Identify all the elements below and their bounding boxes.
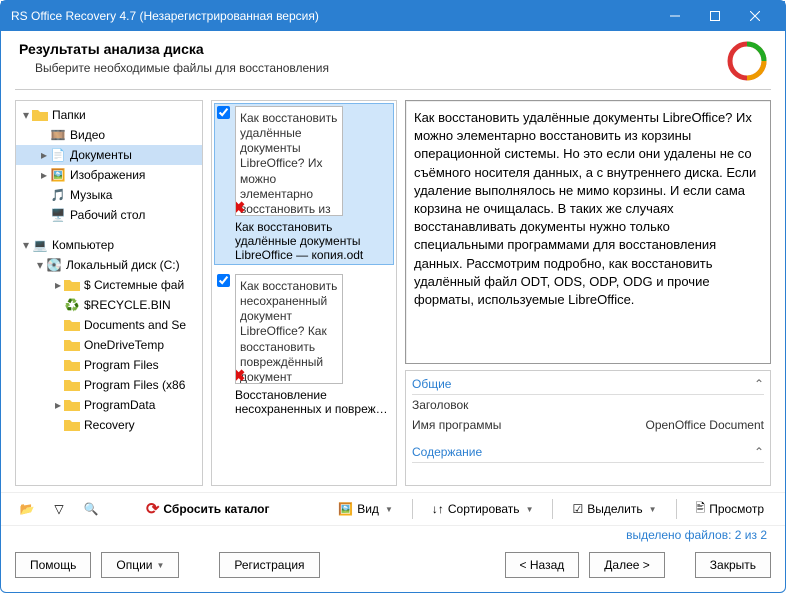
tree-local-disk[interactable]: ▾💽Локальный диск (C:) [16, 255, 202, 275]
folder-icon [64, 417, 80, 433]
file-list[interactable]: Как восстановить удалённые документы Lib… [211, 100, 397, 486]
computer-icon: 💻 [32, 237, 48, 253]
tree-progfiles[interactable]: Program Files [16, 355, 202, 375]
tree-recovery[interactable]: Recovery [16, 415, 202, 435]
view-button[interactable]: 🖼️Вид▼ [331, 497, 400, 521]
file-thumbnail: Как восстановить удалённые документы Lib… [235, 106, 343, 216]
separator [412, 499, 413, 519]
desktop-icon: 🖥️ [50, 207, 66, 223]
sort-button[interactable]: ↓↑Сортировать▼ [425, 497, 541, 521]
document-icon: 📄 [50, 147, 66, 163]
file-item[interactable]: Как восстановить несохраненный документ … [214, 271, 394, 419]
separator [552, 499, 553, 519]
right-pane: Как восстановить удалённые документы Lib… [405, 100, 771, 486]
view-icon: 🖼️ [338, 502, 353, 516]
deleted-icon: ✖ [235, 199, 245, 216]
file-item[interactable]: Как восстановить удалённые документы Lib… [214, 103, 394, 265]
tree-sysfiles[interactable]: ▸$ Системные фай [16, 275, 202, 295]
register-button[interactable]: Регистрация [219, 552, 319, 578]
prop-row-title: Заголовок [412, 395, 764, 415]
tree-onedrive[interactable]: OneDriveTemp [16, 335, 202, 355]
properties-pane[interactable]: Общие⌃ Заголовок Имя программыOpenOffice… [405, 370, 771, 486]
chevron-up-icon: ⌃ [754, 445, 764, 459]
file-checkbox[interactable] [217, 274, 230, 287]
video-icon: 🎞️ [50, 127, 66, 143]
file-name: Как восстановить удалённые документы Lib… [235, 220, 389, 262]
page-subtitle: Выберите необходимые файлы для восстанов… [19, 61, 727, 75]
sort-icon: ↓↑ [432, 502, 444, 516]
options-button[interactable]: Опции▼ [101, 552, 179, 578]
status-bar: выделено файлов: 2 из 2 [1, 526, 785, 544]
disk-icon: 💽 [46, 257, 62, 273]
tree-progfiles86[interactable]: Program Files (x86 [16, 375, 202, 395]
chevron-down-icon: ▼ [156, 561, 164, 570]
props-group-content[interactable]: Содержание⌃ [412, 441, 764, 463]
tree-progdata[interactable]: ▸ProgramData [16, 395, 202, 415]
tree-empty [16, 225, 202, 235]
separator [676, 499, 677, 519]
refresh-icon: ⟳ [146, 499, 159, 519]
folder-icon [64, 337, 80, 353]
file-thumbnail: Как восстановить несохраненный документ … [235, 274, 343, 384]
close-button[interactable] [735, 1, 775, 31]
chevron-down-icon: ▼ [649, 505, 657, 514]
select-button[interactable]: ☑Выделить▼ [565, 497, 663, 521]
help-button[interactable]: Помощь [15, 552, 91, 578]
folder-icon [64, 277, 80, 293]
folder-icon [32, 107, 48, 123]
prop-row-program: Имя программыOpenOffice Document [412, 415, 764, 435]
file-name: Восстановление несохраненных и повреж… [235, 388, 389, 416]
window-title: RS Office Recovery 4.7 (Незарегистрирова… [11, 9, 655, 23]
tree-desktop[interactable]: 🖥️Рабочий стол [16, 205, 202, 225]
tool-button-1[interactable]: 📂 [15, 497, 39, 521]
tree-folders[interactable]: ▾Папки [16, 105, 202, 125]
chevron-down-icon: ▼ [526, 505, 534, 514]
preview-pane[interactable]: Как восстановить удалённые документы Lib… [405, 100, 771, 364]
header: Результаты анализа диска Выберите необхо… [1, 31, 785, 89]
folder-icon [64, 377, 80, 393]
close-footer-button[interactable]: Закрыть [695, 552, 771, 578]
footer: Помощь Опции▼ Регистрация < Назад Далее … [1, 544, 785, 588]
minimize-button[interactable] [655, 1, 695, 31]
tree-recycle[interactable]: ♻️$RECYCLE.BIN [16, 295, 202, 315]
image-icon: 🖼️ [50, 167, 66, 183]
folder-open-icon: 📂 [20, 502, 35, 516]
check-icon: ☑ [572, 502, 583, 516]
props-group-general[interactable]: Общие⌃ [412, 373, 764, 395]
folder-icon [64, 397, 80, 413]
page-title: Результаты анализа диска [19, 41, 727, 57]
file-checkbox[interactable] [217, 106, 230, 119]
tree-images[interactable]: ▸🖼️Изображения [16, 165, 202, 185]
maximize-button[interactable] [695, 1, 735, 31]
preview-button[interactable]: 🖹Просмотр [689, 497, 771, 521]
music-icon: 🎵 [50, 187, 66, 203]
filter-button[interactable]: ▽ [47, 497, 71, 521]
folder-icon [64, 357, 80, 373]
folder-icon [64, 317, 80, 333]
tree-docset[interactable]: Documents and Se [16, 315, 202, 335]
tree-computer[interactable]: ▾💻Компьютер [16, 235, 202, 255]
chevron-down-icon: ▼ [385, 505, 393, 514]
recycle-icon: ♻️ [64, 297, 80, 313]
next-button[interactable]: Далее > [589, 552, 665, 578]
reset-catalog-button[interactable]: ⟳Сбросить каталог [139, 497, 277, 521]
main-area: ▾Папки 🎞️Видео ▸📄Документы ▸🖼️Изображени… [1, 90, 785, 492]
tree-video[interactable]: 🎞️Видео [16, 125, 202, 145]
titlebar: RS Office Recovery 4.7 (Незарегистрирова… [1, 1, 785, 31]
search-button[interactable]: 🔍 [79, 497, 103, 521]
toolbar: 📂 ▽ 🔍 ⟳Сбросить каталог 🖼️Вид▼ ↓↑Сортиро… [1, 492, 785, 526]
magnifier-icon: 🔍 [84, 502, 99, 516]
app-logo-icon [727, 41, 767, 81]
funnel-icon: ▽ [54, 502, 63, 516]
tree-documents[interactable]: ▸📄Документы [16, 145, 202, 165]
eye-icon: 🖹 [696, 499, 706, 520]
chevron-up-icon: ⌃ [754, 377, 764, 391]
folder-tree[interactable]: ▾Папки 🎞️Видео ▸📄Документы ▸🖼️Изображени… [15, 100, 203, 486]
back-button[interactable]: < Назад [505, 552, 580, 578]
deleted-icon: ✖ [235, 367, 245, 384]
tree-music[interactable]: 🎵Музыка [16, 185, 202, 205]
